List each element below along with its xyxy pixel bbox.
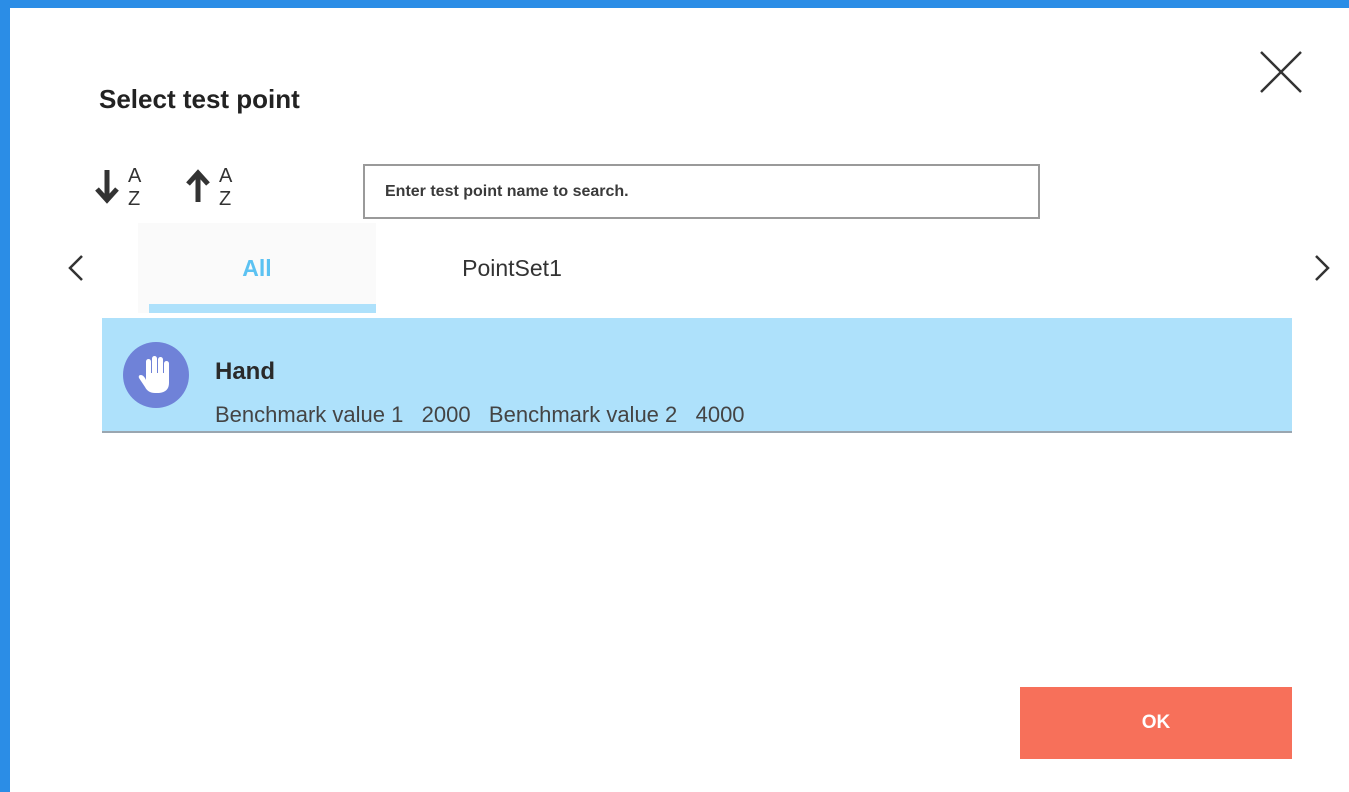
tab-label: PointSet1 <box>462 255 562 281</box>
sort-a-z-ascending-icon: A Z <box>95 165 142 210</box>
select-test-point-dialog: Select test point A Z A Z All <box>0 0 1349 792</box>
sort-letter-z: Z <box>128 188 140 210</box>
sort-letter-a: A <box>219 165 233 187</box>
ok-button[interactable]: OK <box>1020 687 1292 759</box>
tab-active-indicator <box>149 304 376 313</box>
hand-icon <box>123 342 189 408</box>
test-point-row[interactable]: Hand Benchmark value 1 2000 Benchmark va… <box>102 318 1292 433</box>
test-point-benchmarks: Benchmark value 1 2000 Benchmark value 2… <box>215 402 745 427</box>
tab-pointset1[interactable]: PointSet1 <box>392 223 632 313</box>
dialog-title: Select test point <box>99 84 300 114</box>
search-input[interactable] <box>363 164 1040 219</box>
chevron-left-icon[interactable] <box>64 248 90 288</box>
tab-label: All <box>242 255 272 281</box>
tab-all[interactable]: All <box>138 223 376 313</box>
sort-a-z-descending-icon: A Z <box>186 165 233 210</box>
sort-descending-button[interactable]: A Z <box>185 160 245 212</box>
sort-letter-z: Z <box>219 188 231 210</box>
close-icon[interactable] <box>1258 49 1304 95</box>
test-point-name: Hand <box>215 358 275 385</box>
sort-letter-a: A <box>128 165 142 187</box>
sort-ascending-button[interactable]: A Z <box>94 160 154 212</box>
chevron-right-icon[interactable] <box>1308 248 1334 288</box>
